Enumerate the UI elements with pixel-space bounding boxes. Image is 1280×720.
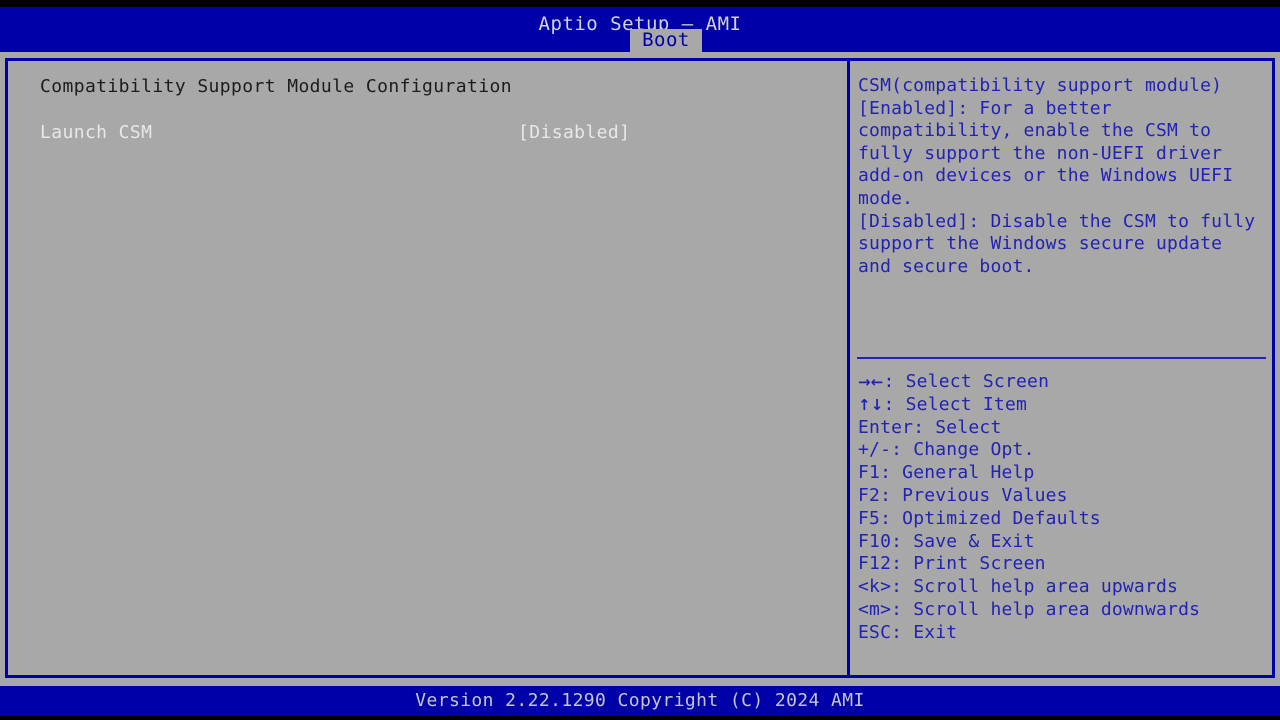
key-legend-line: F12: Print Screen <box>858 553 1270 576</box>
key-action-label: : Select <box>913 416 1002 438</box>
key-legend-line: F1: General Help <box>858 462 1270 485</box>
key-action-label: : Scroll help area upwards <box>891 576 1179 598</box>
key-legend-line: <m>: Scroll help area downwards <box>858 599 1270 622</box>
key-name: <m> <box>858 598 892 620</box>
key-action-label: : Save & Exit <box>891 530 1035 552</box>
up-down-arrow-icon: ↑↓ <box>858 395 884 414</box>
footer-bar: Version 2.22.1290 Copyright (C) 2024 AMI <box>0 686 1280 716</box>
settings-pane: Compatibility Support Module Configurati… <box>8 61 847 675</box>
section-title: Compatibility Support Module Configurati… <box>40 76 512 97</box>
setting-row[interactable]: Launch CSM [Disabled] <box>40 121 815 145</box>
key-name: F2 <box>858 484 881 506</box>
key-legend-line: F5: Optimized Defaults <box>858 508 1270 531</box>
key-action-label: : General Help <box>880 462 1035 484</box>
setting-value[interactable]: [Disabled] <box>518 121 630 145</box>
key-action-label: : Select Item <box>883 393 1028 415</box>
key-legend: →←: Select Screen ↑↓: Select Item Enter: S… <box>858 371 1270 645</box>
key-legend-line: F2: Previous Values <box>858 485 1270 508</box>
bios-setup-screen: Aptio Setup – AMI Boot Compatibility Sup… <box>0 0 1280 720</box>
settings-list: Launch CSM [Disabled] <box>40 121 815 145</box>
tab-boot[interactable]: Boot <box>630 29 702 52</box>
key-legend-line: ↑↓: Select Item <box>858 394 1270 417</box>
key-legend-line: F10: Save & Exit <box>858 531 1270 554</box>
version-text: Version 2.22.1290 Copyright (C) 2024 AMI <box>415 690 865 711</box>
key-action-label: : Previous Values <box>880 484 1068 506</box>
help-description: CSM(compatibility support module) [Enabl… <box>858 75 1256 277</box>
key-legend-line: ESC: Exit <box>858 622 1270 645</box>
key-action-label: : Scroll help area downwards <box>891 598 1201 620</box>
key-name: F12 <box>858 553 892 575</box>
key-name: ESC <box>858 621 892 643</box>
setting-label: Launch CSM <box>40 122 153 143</box>
key-action-label: : Exit <box>891 621 958 643</box>
top-black-border <box>0 0 1280 7</box>
key-action-label: : Optimized Defaults <box>880 507 1101 529</box>
key-name: F5 <box>858 507 881 529</box>
key-action-label: : Select Screen <box>883 371 1050 392</box>
left-right-arrow-icon: →← <box>858 373 884 391</box>
key-action-label: : Change Opt. <box>891 439 1035 461</box>
key-action-label: : Print Screen <box>891 553 1046 575</box>
help-separator <box>857 357 1266 359</box>
bottom-black-border <box>0 716 1280 720</box>
key-name: +/- <box>858 439 892 461</box>
key-name: <k> <box>858 576 892 598</box>
key-name: F10 <box>858 530 892 552</box>
key-legend-line: <k>: Scroll help area upwards <box>858 576 1270 599</box>
key-name: Enter <box>858 416 914 438</box>
key-legend-line: →←: Select Screen <box>858 371 1270 394</box>
key-legend-line: +/-: Change Opt. <box>858 439 1270 462</box>
key-name: F1 <box>858 462 881 484</box>
key-legend-line: Enter: Select <box>858 417 1270 440</box>
